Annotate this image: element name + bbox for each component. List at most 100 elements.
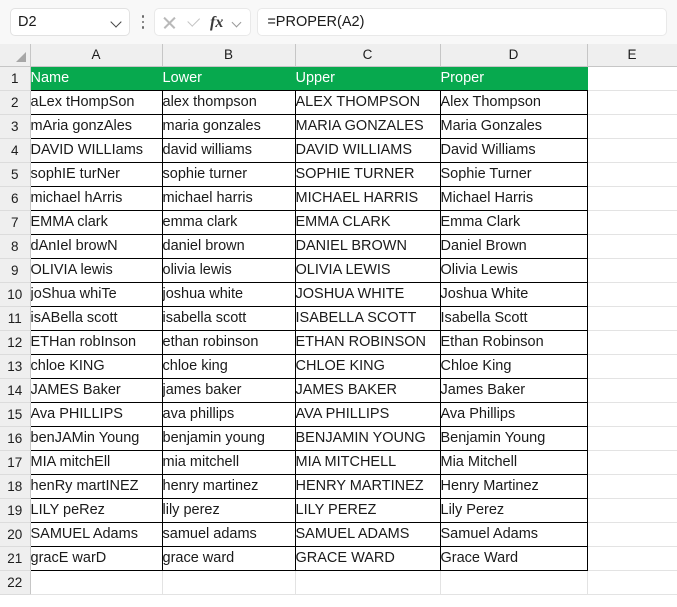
cell-A15[interactable]: Ava PHILLIPS (29, 401, 163, 427)
row-header-3[interactable]: 3 (0, 114, 31, 139)
row-header-21[interactable]: 21 (0, 546, 31, 571)
cell-A2[interactable]: aLex tHompSon (29, 89, 163, 115)
row-header-9[interactable]: 9 (0, 258, 31, 283)
row-header-14[interactable]: 14 (0, 378, 31, 403)
cell-E16[interactable] (587, 426, 677, 451)
cell-B20[interactable]: samuel adams (161, 521, 296, 547)
row-header-4[interactable]: 4 (0, 138, 31, 163)
cell-C2[interactable]: ALEX THOMPSON (294, 89, 441, 115)
cell-B9[interactable]: olivia lewis (161, 257, 296, 283)
column-header-a[interactable]: A (30, 44, 163, 67)
cell-C22[interactable] (295, 570, 441, 595)
cell-B3[interactable]: maria gonzales (161, 113, 296, 139)
cancel-icon[interactable] (162, 15, 177, 30)
cell-A5[interactable]: sophIE turNer (29, 161, 163, 187)
name-box[interactable]: D2 (10, 8, 130, 36)
row-header-2[interactable]: 2 (0, 90, 31, 115)
cell-C5[interactable]: SOPHIE TURNER (294, 161, 441, 187)
cell-B19[interactable]: lily perez (161, 497, 296, 523)
cell-C20[interactable]: SAMUEL ADAMS (294, 521, 441, 547)
row-header-16[interactable]: 16 (0, 426, 31, 451)
row-header-12[interactable]: 12 (0, 330, 31, 355)
cell-B2[interactable]: alex thompson (161, 89, 296, 115)
cell-C9[interactable]: OLIVIA LEWIS (294, 257, 441, 283)
cell-B8[interactable]: daniel brown (161, 233, 296, 259)
cell-A10[interactable]: joShua whiTe (29, 281, 163, 307)
column-header-c[interactable]: C (295, 44, 441, 67)
cell-E8[interactable] (587, 234, 677, 259)
cell-E4[interactable] (587, 138, 677, 163)
cell-B10[interactable]: joshua white (161, 281, 296, 307)
cell-E7[interactable] (587, 210, 677, 235)
row-header-10[interactable]: 10 (0, 282, 31, 307)
cell-E3[interactable] (587, 114, 677, 139)
cell-D2[interactable]: Alex Thompson (439, 89, 588, 115)
cell-B4[interactable]: david williams (161, 137, 296, 163)
row-header-22[interactable]: 22 (0, 570, 31, 595)
cell-A1[interactable]: Name (29, 65, 163, 91)
chevron-down-icon[interactable] (111, 17, 122, 28)
row-header-8[interactable]: 8 (0, 234, 31, 259)
cell-A13[interactable]: chloe KING (29, 353, 163, 379)
cell-E22[interactable] (587, 570, 677, 595)
cell-D9[interactable]: Olivia Lewis (439, 257, 588, 283)
cell-C17[interactable]: MIA MITCHELL (294, 449, 441, 475)
cell-B22[interactable] (162, 570, 296, 595)
fx-icon[interactable]: fx (210, 14, 223, 30)
cell-B15[interactable]: ava phillips (161, 401, 296, 427)
cell-D19[interactable]: Lily Perez (439, 497, 588, 523)
cell-B12[interactable]: ethan robinson (161, 329, 296, 355)
cell-D11[interactable]: Isabella Scott (439, 305, 588, 331)
cell-C16[interactable]: BENJAMIN YOUNG (294, 425, 441, 451)
cell-D1[interactable]: Proper (439, 65, 588, 91)
cell-D13[interactable]: Chloe King (439, 353, 588, 379)
cell-A18[interactable]: henRy martINEZ (29, 473, 163, 499)
row-header-1[interactable]: 1 (0, 66, 31, 91)
cell-B5[interactable]: sophie turner (161, 161, 296, 187)
cell-C11[interactable]: ISABELLA SCOTT (294, 305, 441, 331)
cell-C12[interactable]: ETHAN ROBINSON (294, 329, 441, 355)
cell-D21[interactable]: Grace Ward (439, 545, 588, 571)
cell-C14[interactable]: JAMES BAKER (294, 377, 441, 403)
cell-E12[interactable] (587, 330, 677, 355)
cell-A14[interactable]: JAMES Baker (29, 377, 163, 403)
chevron-down-icon[interactable] (232, 17, 243, 28)
cell-B14[interactable]: james baker (161, 377, 296, 403)
row-header-6[interactable]: 6 (0, 186, 31, 211)
cell-A9[interactable]: OLIVIA lewis (29, 257, 163, 283)
cell-D12[interactable]: Ethan Robinson (439, 329, 588, 355)
cell-A17[interactable]: MIA mitchEll (29, 449, 163, 475)
cell-E21[interactable] (587, 546, 677, 571)
cell-B18[interactable]: henry martinez (161, 473, 296, 499)
cell-C13[interactable]: CHLOE KING (294, 353, 441, 379)
cell-A11[interactable]: isABella scott (29, 305, 163, 331)
cell-E14[interactable] (587, 378, 677, 403)
cell-D15[interactable]: Ava Phillips (439, 401, 588, 427)
cell-A22[interactable] (30, 570, 163, 595)
cell-D7[interactable]: Emma Clark (439, 209, 588, 235)
cell-E20[interactable] (587, 522, 677, 547)
row-header-18[interactable]: 18 (0, 474, 31, 499)
cell-D10[interactable]: Joshua White (439, 281, 588, 307)
cell-E11[interactable] (587, 306, 677, 331)
cell-E18[interactable] (587, 474, 677, 499)
row-header-11[interactable]: 11 (0, 306, 31, 331)
cell-B13[interactable]: chloe king (161, 353, 296, 379)
cell-A4[interactable]: DAVID WILLIams (29, 137, 163, 163)
cell-E5[interactable] (587, 162, 677, 187)
row-header-13[interactable]: 13 (0, 354, 31, 379)
cell-D14[interactable]: James Baker (439, 377, 588, 403)
cell-A16[interactable]: benJAMin Young (29, 425, 163, 451)
cell-E19[interactable] (587, 498, 677, 523)
row-header-17[interactable]: 17 (0, 450, 31, 475)
cell-C6[interactable]: MICHAEL HARRIS (294, 185, 441, 211)
cell-D6[interactable]: Michael Harris (439, 185, 588, 211)
cell-E6[interactable] (587, 186, 677, 211)
cell-D20[interactable]: Samuel Adams (439, 521, 588, 547)
more-options-icon[interactable] (135, 8, 151, 36)
select-all-button[interactable] (0, 44, 31, 67)
cell-E2[interactable] (587, 90, 677, 115)
cell-E15[interactable] (587, 402, 677, 427)
cell-E13[interactable] (587, 354, 677, 379)
cell-D16[interactable]: Benjamin Young (439, 425, 588, 451)
